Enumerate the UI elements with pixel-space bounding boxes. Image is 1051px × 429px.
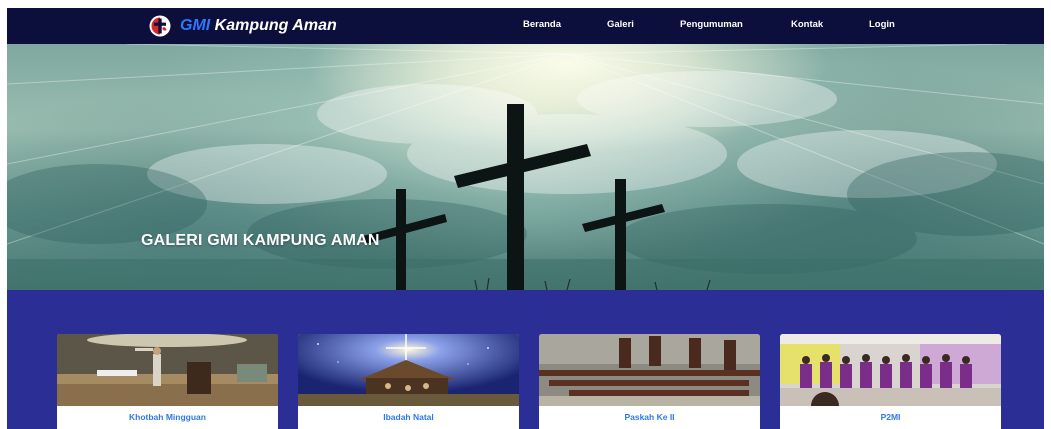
brand-link[interactable]: GMI Kampung Aman xyxy=(149,14,337,38)
card-caption: Paskah Ke II xyxy=(624,412,675,422)
gallery-card-p2mi[interactable]: P2MI xyxy=(780,334,1001,429)
nav-item-beranda[interactable]: Beranda xyxy=(523,19,561,30)
church-cross-logo-icon xyxy=(149,15,171,37)
card-caption: P2MI xyxy=(880,412,901,422)
gallery-card-paskah-ke-ii[interactable]: Paskah Ke II xyxy=(539,334,760,429)
gallery-card-ibadah-natal[interactable]: Ibadah Natal xyxy=(298,334,519,429)
gallery-section: Khotbah Mingguan Ibadah Natal Paskah Ke … xyxy=(7,290,1044,429)
nav-item-pengumuman[interactable]: Pengumuman xyxy=(680,19,743,30)
three-crosses-sky-image xyxy=(7,44,1044,290)
preacher-stage-photo xyxy=(57,334,278,406)
choir-group-photo xyxy=(780,334,1001,406)
top-navbar: GMI Kampung Aman Beranda Galeri Pengumum… xyxy=(7,8,1044,44)
gallery-card-khotbah-mingguan[interactable]: Khotbah Mingguan xyxy=(57,334,278,429)
church-pews-photo xyxy=(539,334,760,406)
brand-title: GMI Kampung Aman xyxy=(180,17,337,35)
card-caption: Ibadah Natal xyxy=(383,412,434,422)
nav-item-kontak[interactable]: Kontak xyxy=(791,19,823,30)
nav-item-galeri[interactable]: Galeri xyxy=(607,19,634,30)
nativity-scene-photo xyxy=(298,334,519,406)
page-frame: GMI Kampung Aman Beranda Galeri Pengumum… xyxy=(7,8,1044,429)
hero-title: GALERI GMI KAMPUNG AMAN xyxy=(141,232,380,249)
nav-item-login[interactable]: Login xyxy=(869,19,895,30)
brand-accent: GMI xyxy=(180,17,211,34)
brand-name: Kampung Aman xyxy=(214,17,337,34)
card-caption: Khotbah Mingguan xyxy=(129,412,206,422)
hero-banner: GALERI GMI KAMPUNG AMAN xyxy=(7,44,1044,290)
